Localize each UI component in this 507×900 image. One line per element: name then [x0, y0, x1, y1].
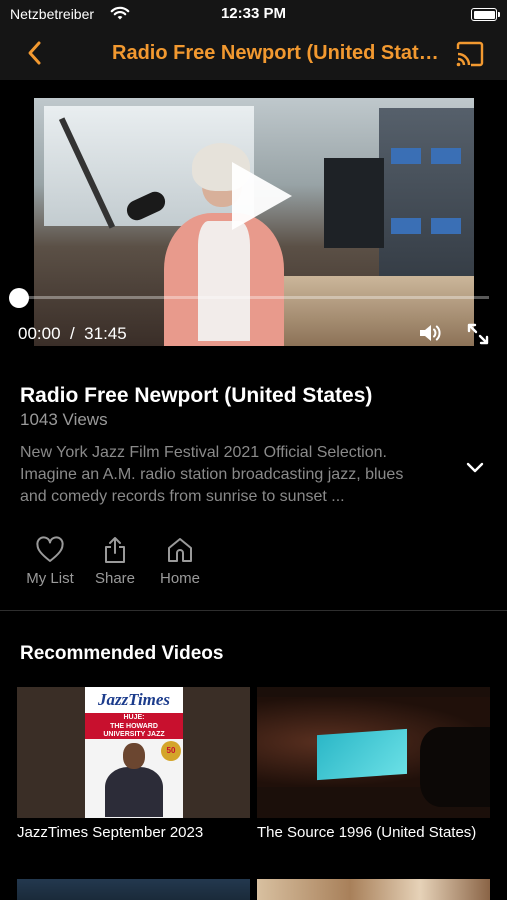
recommended-heading: Recommended Videos — [20, 643, 224, 664]
play-icon[interactable] — [232, 162, 292, 230]
magazine-headline: HUJE: THE HOWARD UNIVERSITY JAZZ — [85, 713, 183, 739]
video-title: Radio Free Newport (United States) — [20, 384, 373, 407]
magazine-masthead: JazzTimes — [85, 687, 183, 713]
time-display: 00:00 / 31:45 — [18, 324, 127, 343]
section-divider — [0, 610, 507, 611]
video-thumbnail[interactable] — [257, 879, 490, 900]
video-thumbnail[interactable] — [17, 879, 250, 900]
expand-description-chevron-icon[interactable] — [464, 458, 486, 476]
my-list-button[interactable]: My List — [15, 536, 85, 587]
video-player[interactable]: 00:00 / 31:45 — [0, 80, 507, 365]
recommended-video-card[interactable]: JazzTimes HUJE: THE HOWARD UNIVERSITY JA… — [17, 687, 250, 841]
recommended-video-title[interactable]: JazzTimes September 2023 — [17, 824, 250, 841]
progress-bar[interactable] — [18, 296, 489, 299]
home-label: Home — [159, 570, 200, 587]
status-clock: 12:33 PM — [220, 5, 287, 22]
share-label: Share — [94, 570, 136, 587]
video-description: New York Jazz Film Festival 2021 Officia… — [20, 442, 450, 508]
description-line: and comedy records from sunrise to sunse… — [20, 488, 345, 505]
video-thumbnail[interactable] — [257, 687, 490, 818]
magazine-cover-image: JazzTimes HUJE: THE HOWARD UNIVERSITY JA… — [85, 687, 183, 818]
volume-icon[interactable] — [418, 322, 442, 344]
share-button[interactable]: Share — [80, 536, 150, 587]
nav-bar: Radio Free Newport (United States) — [0, 28, 507, 80]
cast-icon[interactable] — [455, 40, 485, 68]
my-list-label: My List — [26, 570, 74, 587]
video-thumbnail[interactable]: JazzTimes HUJE: THE HOWARD UNIVERSITY JA… — [17, 687, 250, 818]
heart-icon — [36, 536, 64, 562]
view-count: 1043 Views — [20, 410, 108, 429]
share-icon — [105, 537, 125, 563]
home-button[interactable]: Home — [145, 536, 215, 587]
magazine-badge: 50 — [161, 741, 181, 761]
description-line: Imagine an A.M. radio station broadcasti… — [20, 466, 404, 483]
progress-scrubber[interactable] — [9, 288, 29, 308]
home-icon — [168, 538, 192, 562]
recommended-video-title[interactable]: The Source 1996 (United States) — [257, 824, 490, 841]
recommended-video-card[interactable]: The Source 1996 (United States) — [257, 687, 490, 841]
description-line: New York Jazz Film Festival 2021 Officia… — [20, 444, 387, 461]
nav-title: Radio Free Newport (United States) — [112, 42, 446, 64]
battery-icon — [471, 8, 500, 21]
fullscreen-icon[interactable] — [466, 322, 490, 346]
back-chevron-icon[interactable] — [20, 38, 50, 68]
status-bar: Netzbetreiber 12:33 PM — [0, 0, 507, 28]
